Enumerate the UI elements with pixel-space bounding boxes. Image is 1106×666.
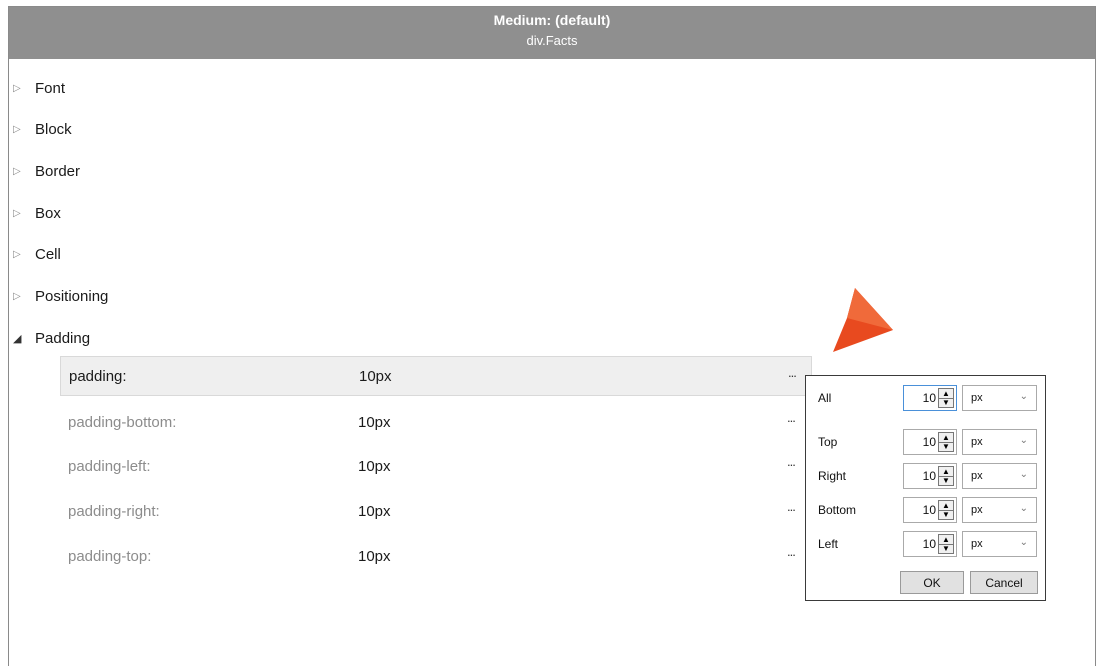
right-unit-select[interactable]: px ⌄ — [962, 463, 1037, 489]
padding-left-row: Left 10 ▲ ▼ px ⌄ — [806, 531, 1045, 557]
property-row-padding-top[interactable]: padding-top: 10px ... — [60, 536, 812, 576]
left-label: Left — [818, 537, 839, 551]
unit-value: px — [971, 504, 983, 516]
decrement-icon[interactable]: ▼ — [939, 398, 953, 407]
decrement-icon[interactable]: ▼ — [939, 442, 953, 451]
cancel-button[interactable]: Cancel — [970, 571, 1038, 594]
right-label: Right — [818, 469, 847, 483]
triangle-right-icon: ▷ — [13, 123, 21, 135]
property-row-padding-right[interactable]: padding-right: 10px ... — [60, 491, 812, 531]
triangle-right-icon: ▷ — [13, 248, 21, 260]
category-font[interactable]: ▷ Font — [13, 77, 65, 99]
category-label: Box — [35, 204, 61, 222]
more-button[interactable]: ... — [787, 410, 796, 425]
chevron-down-icon: ⌄ — [1019, 503, 1028, 514]
property-value[interactable]: 10px — [358, 414, 391, 431]
category-block[interactable]: ▷ Block — [13, 118, 72, 140]
stepper-buttons[interactable]: ▲ ▼ — [938, 432, 954, 452]
property-value[interactable]: 10px — [358, 503, 391, 520]
all-value-stepper[interactable]: 10 ▲ ▼ — [903, 385, 957, 411]
bottom-unit-select[interactable]: px ⌄ — [962, 497, 1037, 523]
padding-all-row: All 10 ▲ ▼ px ⌄ — [806, 385, 1045, 411]
more-button[interactable]: ... — [788, 365, 797, 380]
category-label: Padding — [35, 329, 91, 347]
property-value[interactable]: 10px — [358, 548, 391, 565]
padding-top-row: Top 10 ▲ ▼ px ⌄ — [806, 429, 1045, 455]
ok-button[interactable]: OK — [900, 571, 964, 594]
chevron-down-icon: ⌄ — [1019, 435, 1028, 446]
stepper-value[interactable]: 10 — [923, 469, 936, 483]
more-button[interactable]: ... — [787, 499, 796, 514]
chevron-down-icon: ⌄ — [1019, 391, 1028, 402]
left-value-stepper[interactable]: 10 ▲ ▼ — [903, 531, 957, 557]
decrement-icon[interactable]: ▼ — [939, 510, 953, 519]
category-label: Positioning — [35, 287, 109, 305]
stepper-buttons[interactable]: ▲ ▼ — [938, 534, 954, 554]
stepper-buttons[interactable]: ▲ ▼ — [938, 500, 954, 520]
category-cell[interactable]: ▷ Cell — [13, 243, 61, 265]
more-button[interactable]: ... — [787, 544, 796, 559]
unit-value: px — [971, 538, 983, 550]
chevron-down-icon: ⌄ — [1019, 537, 1028, 548]
stepper-buttons[interactable]: ▲ ▼ — [938, 388, 954, 408]
decrement-icon[interactable]: ▼ — [939, 476, 953, 485]
property-row-padding-left[interactable]: padding-left: 10px ... — [60, 446, 812, 486]
property-name: padding-bottom: — [68, 413, 177, 431]
category-positioning[interactable]: ▷ Positioning — [13, 285, 108, 307]
more-button[interactable]: ... — [787, 454, 796, 469]
property-row-padding[interactable]: padding: 10px ... — [60, 356, 812, 396]
stepper-value[interactable]: 10 — [923, 435, 936, 449]
property-name: padding-left: — [68, 457, 151, 475]
top-value-stepper[interactable]: 10 ▲ ▼ — [903, 429, 957, 455]
medium-title: Medium: (default) — [493, 12, 611, 28]
callout-arrow-icon — [833, 288, 893, 352]
selector-subtitle: div.Facts — [526, 33, 578, 48]
property-name: padding: — [69, 367, 127, 385]
triangle-right-icon: ▷ — [13, 290, 21, 302]
left-unit-select[interactable]: px ⌄ — [962, 531, 1037, 557]
bottom-value-stepper[interactable]: 10 ▲ ▼ — [903, 497, 957, 523]
bottom-label: Bottom — [818, 503, 857, 517]
panel-header: Medium: (default) div.Facts — [9, 7, 1095, 59]
category-padding[interactable]: ◢ Padding — [13, 327, 90, 349]
unit-value: px — [971, 436, 983, 448]
triangle-right-icon: ▷ — [13, 82, 21, 94]
all-unit-select[interactable]: px ⌄ — [962, 385, 1037, 411]
all-label: All — [818, 391, 832, 405]
property-row-padding-bottom[interactable]: padding-bottom: 10px ... — [60, 402, 812, 442]
right-value-stepper[interactable]: 10 ▲ ▼ — [903, 463, 957, 489]
category-label: Font — [35, 79, 66, 97]
triangle-right-icon: ▷ — [13, 207, 21, 219]
padding-bottom-row: Bottom 10 ▲ ▼ px ⌄ — [806, 497, 1045, 523]
decrement-icon[interactable]: ▼ — [939, 544, 953, 553]
padding-right-row: Right 10 ▲ ▼ px ⌄ — [806, 463, 1045, 489]
triangle-right-icon: ▷ — [13, 165, 21, 177]
stepper-value[interactable]: 10 — [923, 503, 936, 517]
unit-value: px — [971, 470, 983, 482]
category-box[interactable]: ▷ Box — [13, 202, 61, 224]
category-border[interactable]: ▷ Border — [13, 160, 80, 182]
top-label: Top — [818, 435, 838, 449]
padding-editor-popup: All 10 ▲ ▼ px ⌄ Top 10 ▲ ▼ px ⌄ Right 10… — [805, 375, 1046, 601]
top-unit-select[interactable]: px ⌄ — [962, 429, 1037, 455]
unit-value: px — [971, 392, 983, 404]
property-name: padding-top: — [68, 547, 152, 565]
stepper-value[interactable]: 10 — [923, 537, 936, 551]
chevron-down-icon: ⌄ — [1019, 469, 1028, 480]
category-label: Border — [35, 162, 81, 180]
category-label: Cell — [35, 245, 61, 263]
stepper-value[interactable]: 10 — [923, 391, 936, 405]
property-value[interactable]: 10px — [358, 458, 391, 475]
category-label: Block — [35, 120, 72, 138]
property-name: padding-right: — [68, 502, 160, 520]
property-value[interactable]: 10px — [359, 368, 392, 385]
stepper-buttons[interactable]: ▲ ▼ — [938, 466, 954, 486]
triangle-down-icon: ◢ — [13, 332, 22, 345]
